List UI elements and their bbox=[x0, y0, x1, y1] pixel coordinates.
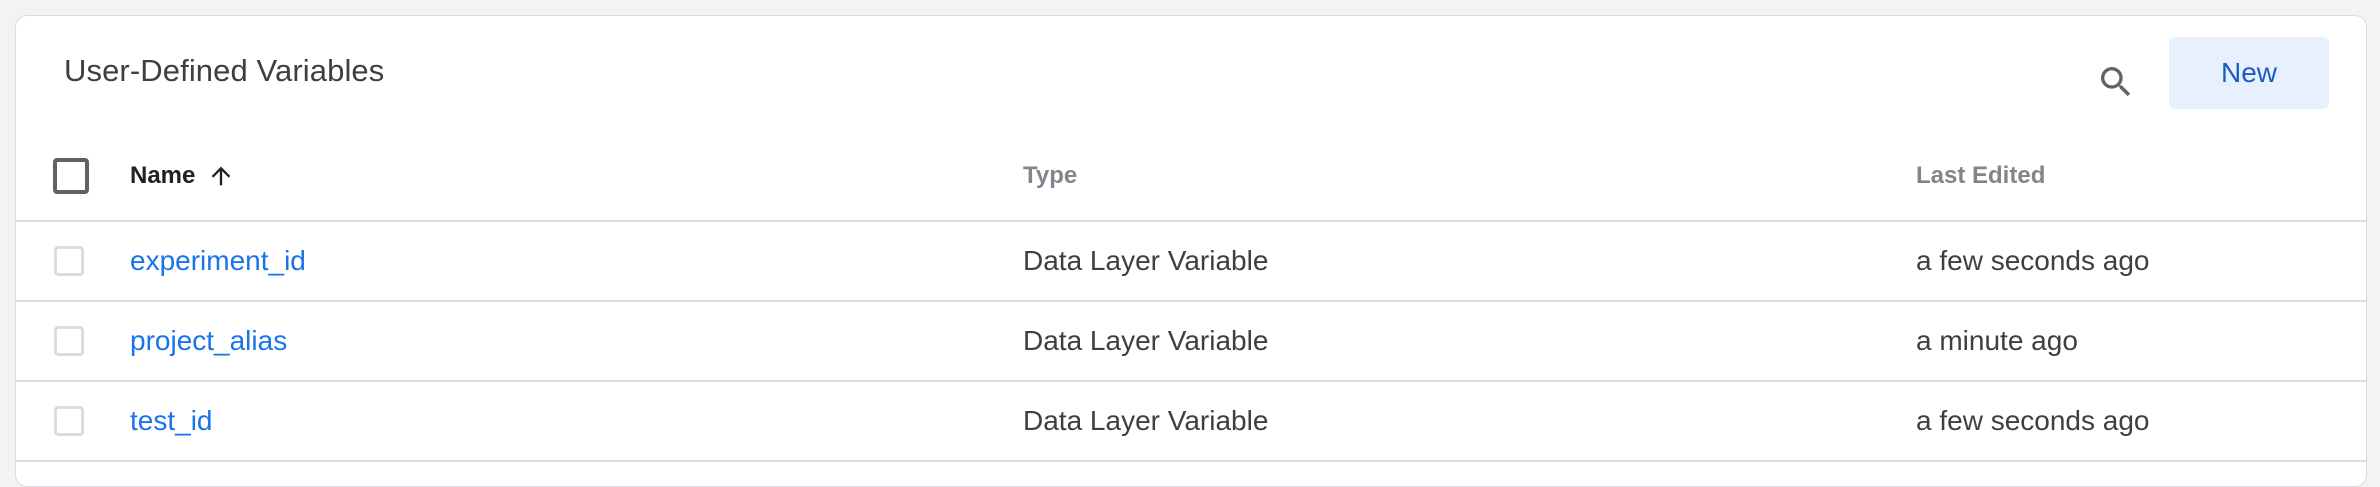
variable-name-link[interactable]: project_alias bbox=[130, 325, 287, 357]
name-header-label: Name bbox=[130, 162, 196, 189]
variable-name-link[interactable]: test_id bbox=[130, 405, 213, 437]
table-row[interactable]: test_id Data Layer Variable a few second… bbox=[16, 382, 2366, 462]
name-column-header[interactable]: Name bbox=[130, 162, 235, 190]
variables-card: User-Defined Variables New Name Type Las… bbox=[15, 15, 2367, 487]
table-row[interactable]: project_alias Data Layer Variable a minu… bbox=[16, 302, 2366, 382]
select-all-checkbox[interactable] bbox=[53, 158, 89, 194]
last-edited: a minute ago bbox=[1916, 325, 2078, 356]
variable-name-link[interactable]: experiment_id bbox=[130, 245, 306, 277]
row-checkbox[interactable] bbox=[54, 246, 84, 276]
search-icon bbox=[2101, 67, 2131, 97]
type-column-header[interactable]: Type bbox=[1023, 162, 1077, 190]
last-edited-column-header[interactable]: Last Edited bbox=[1916, 162, 2045, 190]
variable-type: Data Layer Variable bbox=[1023, 405, 1269, 436]
table-header-row: Name Type Last Edited bbox=[16, 132, 2366, 222]
card-title: User-Defined Variables bbox=[64, 53, 385, 88]
new-button[interactable]: New bbox=[2169, 37, 2329, 109]
variable-type: Data Layer Variable bbox=[1023, 325, 1269, 356]
table-row[interactable]: experiment_id Data Layer Variable a few … bbox=[16, 222, 2366, 302]
last-edited: a few seconds ago bbox=[1916, 405, 2150, 436]
last-edited: a few seconds ago bbox=[1916, 245, 2150, 276]
search-button[interactable] bbox=[2086, 52, 2146, 112]
row-checkbox[interactable] bbox=[54, 406, 84, 436]
variable-type: Data Layer Variable bbox=[1023, 245, 1269, 276]
arrow-up-icon bbox=[212, 166, 231, 186]
row-checkbox[interactable] bbox=[54, 326, 84, 356]
